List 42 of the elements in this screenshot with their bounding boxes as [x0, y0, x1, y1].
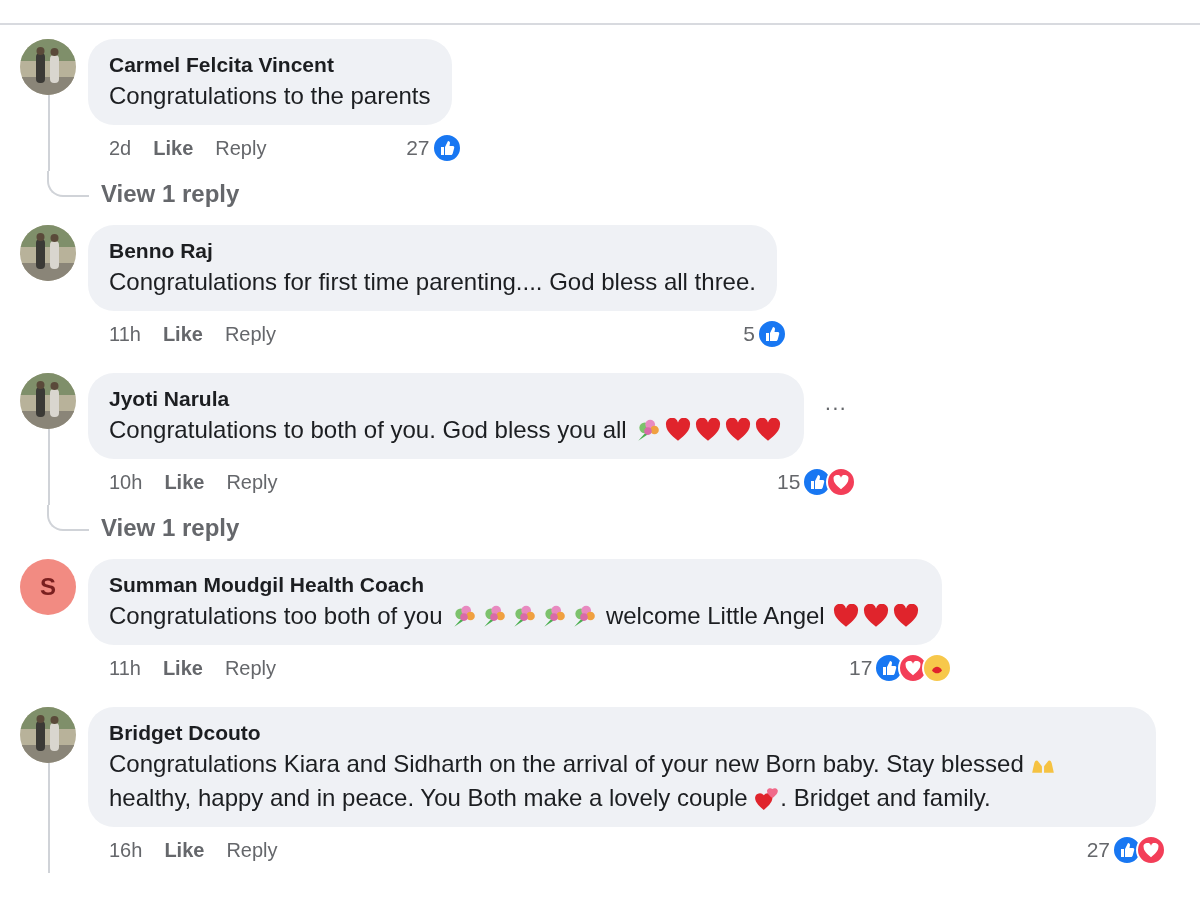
like-link[interactable]: Like [164, 467, 205, 497]
like-link[interactable]: Like [162, 653, 203, 683]
reply-link[interactable]: Reply [215, 133, 267, 163]
view-replies-link[interactable]: View 1 reply [101, 513, 240, 543]
reaction-count[interactable]: 5 [743, 318, 755, 350]
reply-link[interactable]: Reply [226, 467, 278, 497]
comment-text: Congratulations too both of you welcome Little Angel [109, 599, 922, 633]
view-replies-link[interactable]: View 1 reply [101, 179, 240, 209]
more-options-button[interactable]: ··· [824, 391, 847, 424]
reaction-count[interactable]: 27 [1086, 834, 1110, 866]
reaction-count[interactable]: 27 [406, 132, 430, 164]
like-link[interactable]: Like [162, 319, 203, 349]
commenter-name[interactable]: Jyoti Narula [109, 385, 784, 413]
reaction-count[interactable]: 17 [849, 652, 873, 684]
avatar[interactable]: S [20, 559, 76, 615]
two-hearts-icon [754, 785, 781, 811]
comment-time[interactable]: 11h [109, 319, 141, 349]
heart-icon [863, 604, 890, 628]
comment-text: Congratulations Kiara and Sidharth on the arrival of your new Born baby. Stay blessed healthy, happy and in peace. You Both make a lovely couple . Bridget and family. [109, 747, 1135, 815]
comment-time[interactable]: 16h [109, 835, 143, 865]
comment-time[interactable]: 11h [109, 653, 141, 683]
like-link[interactable]: Like [164, 835, 205, 865]
heart-icon [893, 604, 920, 628]
heart-icon [755, 418, 782, 442]
comment-text: Congratulations for first time parenting.... God bless all three. [109, 267, 756, 297]
comment-time[interactable]: 2d [109, 133, 132, 163]
commenter-name[interactable]: Summan Moudgil Health Coach [109, 571, 922, 599]
reply-link[interactable]: Reply [226, 835, 278, 865]
reply-link[interactable]: Reply [224, 653, 277, 683]
comment-text: Congratulations to the parents [109, 81, 431, 111]
like-link[interactable]: Like [153, 133, 194, 163]
commenter-name[interactable]: Benno Raj [109, 237, 756, 265]
reply-link[interactable]: Reply [224, 319, 277, 349]
commenter-name[interactable]: Carmel Felcita Vincent [109, 51, 431, 79]
heart-icon [665, 418, 692, 442]
heart-icon [695, 418, 722, 442]
comment-text: Congratulations to both of you. God bless you all [109, 413, 784, 447]
commenter-name[interactable]: Bridget Dcouto [109, 719, 1135, 747]
comment-time[interactable]: 10h [109, 467, 143, 497]
heart-icon [725, 418, 752, 442]
heart-icon [833, 604, 860, 628]
reaction-count[interactable]: 15 [776, 466, 801, 498]
